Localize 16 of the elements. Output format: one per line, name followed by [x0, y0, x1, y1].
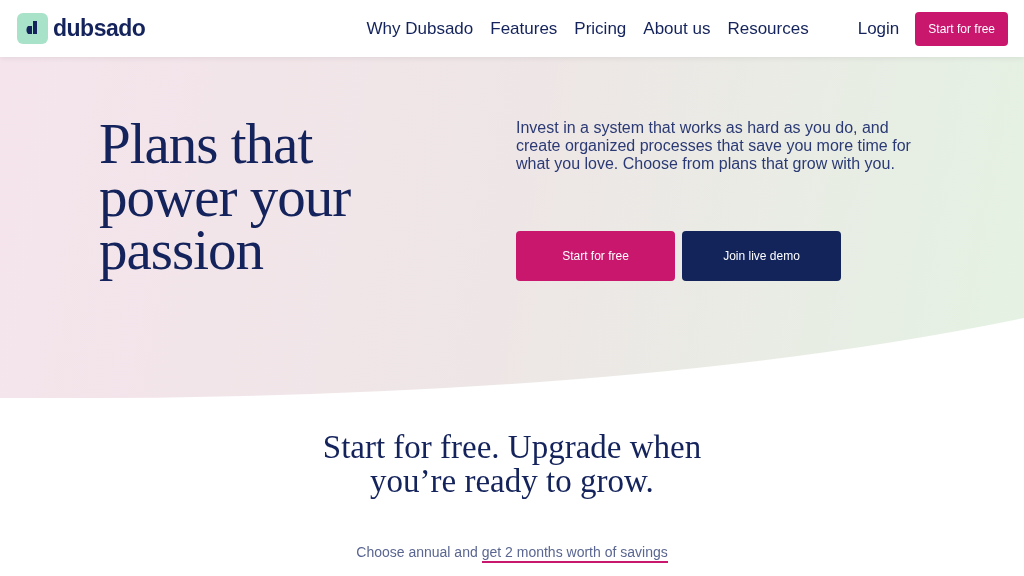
- login-link[interactable]: Login: [857, 18, 900, 39]
- hero-text: Invest in a system that works as hard as you do, and create organized processes that save you more time for what you love. Choose from plans that grow with you.: [516, 119, 912, 173]
- start-button[interactable]: Start for free: [516, 231, 675, 281]
- pricing-note: Choose annual and: [356, 544, 478, 562]
- pricing-title: Start for free. Upgrade when you’re ready to grow.: [322, 430, 702, 498]
- logo-icon: [17, 13, 48, 44]
- savings-link[interactable]: get 2 months worth of savings: [481, 544, 668, 563]
- nav-link[interactable]: Why Dubsado: [366, 18, 474, 39]
- demo-button[interactable]: Join live demo: [682, 231, 841, 281]
- nav-link[interactable]: About us: [643, 18, 711, 39]
- nav-link[interactable]: Resources: [727, 18, 809, 39]
- nav-link[interactable]: Features: [490, 18, 558, 39]
- nav-link[interactable]: Pricing: [574, 18, 627, 39]
- logo-text: dubsado: [53, 15, 146, 42]
- hero-title: Plans that power your passion: [99, 117, 352, 283]
- start-button[interactable]: Start for free: [915, 11, 1008, 46]
